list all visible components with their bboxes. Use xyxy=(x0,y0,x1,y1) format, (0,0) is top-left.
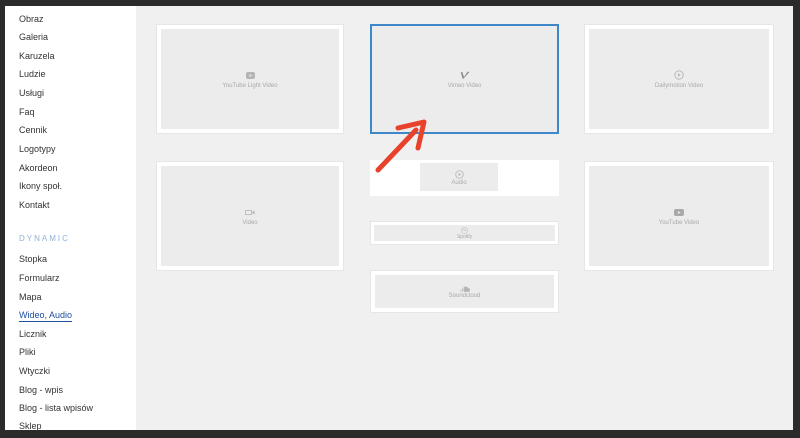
sidebar-item-wtyczki[interactable]: Wtyczki xyxy=(19,365,50,377)
audio-player-preview: Audio xyxy=(420,163,498,191)
sidebar-item-stopka[interactable]: Stopka xyxy=(19,253,47,265)
vimeo-video-block[interactable]: Vimeo Video xyxy=(370,24,559,134)
sidebar-item-blog-wpis[interactable]: Blog - wpis xyxy=(19,384,63,396)
youtube-video-block[interactable]: YouTube Video xyxy=(584,161,774,271)
video-camera-icon xyxy=(244,206,256,218)
play-circle-icon xyxy=(673,69,685,81)
sidebar-item-kontakt[interactable]: Kontakt xyxy=(19,199,50,211)
sidebar-item-sklep[interactable]: Sklep xyxy=(19,420,42,430)
block-label: Audio xyxy=(451,180,467,186)
spotify-block[interactable]: Spotify xyxy=(370,221,559,245)
youtube-icon xyxy=(673,206,685,218)
sidebar-item-logotypy[interactable]: Logotypy xyxy=(19,143,56,155)
spotify-icon xyxy=(459,226,471,234)
sidebar-item-mapa[interactable]: Mapa xyxy=(19,291,42,303)
play-circle-icon xyxy=(453,168,465,180)
sidebar-item-galeria[interactable]: Galeria xyxy=(19,31,48,43)
sidebar-item-karuzela[interactable]: Karuzela xyxy=(19,50,55,62)
sidebar-item-ikony-spol[interactable]: Ikony społ. xyxy=(19,180,62,192)
sidebar-item-formularz[interactable]: Formularz xyxy=(19,272,60,284)
block-label: Spotify xyxy=(456,234,473,240)
video-block[interactable]: Video xyxy=(156,161,344,271)
soundcloud-block[interactable]: Soundcloud xyxy=(370,270,559,313)
app-window: Obraz Galeria Karuzela Ludzie Usługi Faq… xyxy=(5,6,793,430)
block-gallery: YouTube Light Video Vimeo Video Dailymot… xyxy=(136,6,793,430)
sidebar-item-ludzie[interactable]: Ludzie xyxy=(19,68,46,80)
sidebar-item-wideo-audio[interactable]: Wideo, Audio xyxy=(19,309,73,322)
sidebar-item-obraz[interactable]: Obraz xyxy=(19,13,44,25)
sidebar-item-akordeon[interactable]: Akordeon xyxy=(19,162,58,174)
block-label: YouTube Video xyxy=(658,220,700,226)
sidebar-item-uslugi[interactable]: Usługi xyxy=(19,87,44,99)
audio-block[interactable]: Audio xyxy=(370,160,559,196)
sidebar-item-licznik[interactable]: Licznik xyxy=(19,328,47,340)
youtube-icon xyxy=(244,69,256,81)
sidebar: Obraz Galeria Karuzela Ludzie Usługi Faq… xyxy=(5,6,136,430)
sidebar-item-cennik[interactable]: Cennik xyxy=(19,124,47,136)
block-label: Dailymotion Video xyxy=(654,83,704,89)
youtube-light-video-block[interactable]: YouTube Light Video xyxy=(156,24,344,134)
sidebar-item-faq[interactable]: Faq xyxy=(19,106,35,118)
block-label: Soundcloud xyxy=(448,292,481,299)
vimeo-icon xyxy=(459,69,471,81)
soundcloud-icon xyxy=(459,285,471,293)
block-label: Vimeo Video xyxy=(447,83,482,89)
block-label: YouTube Light Video xyxy=(222,83,278,89)
section-title-dynamic: DYNAMIC xyxy=(19,234,70,243)
sidebar-item-pliki[interactable]: Pliki xyxy=(19,346,36,358)
dailymotion-video-block[interactable]: Dailymotion Video xyxy=(584,24,774,134)
block-label: Video xyxy=(242,220,258,226)
sidebar-item-blog-lista-wpisow[interactable]: Blog - lista wpisów xyxy=(19,402,93,414)
